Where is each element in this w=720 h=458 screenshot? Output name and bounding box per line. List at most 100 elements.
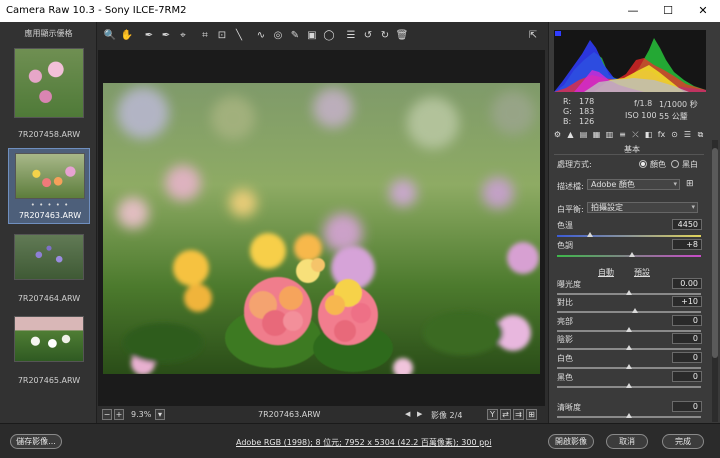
hand-tool-icon[interactable]: ✋ xyxy=(120,28,134,44)
tab-hsl-icon[interactable]: ▦ xyxy=(591,129,602,140)
tab-basic-icon[interactable]: ⚙ xyxy=(552,129,563,140)
tab-split-toning-icon[interactable]: ▥ xyxy=(604,129,615,140)
targeted-adjustment-tool-icon[interactable]: ⌖ xyxy=(176,28,190,44)
copy-settings-button[interactable]: ⇉ xyxy=(513,409,524,420)
scrollbar-thumb[interactable] xyxy=(712,148,718,358)
shadow-clipping-icon[interactable] xyxy=(555,31,561,36)
whites-slider[interactable] xyxy=(557,364,701,369)
thumbnail-2-selected[interactable]: • • • • • 7R207463.ARW xyxy=(8,148,90,224)
adjustment-brush-icon[interactable]: ✎ xyxy=(288,28,302,44)
tab-effects-icon[interactable]: ◧ xyxy=(643,129,654,140)
highlights-slider-knob[interactable] xyxy=(626,327,632,332)
blacks-slider[interactable] xyxy=(557,383,701,388)
thumbnail-4[interactable]: 7R207465.ARW xyxy=(8,312,90,388)
panel-scrollbar[interactable] xyxy=(712,140,718,422)
next-image-button[interactable]: ▶ xyxy=(417,410,422,418)
tint-field[interactable]: +8 xyxy=(672,239,702,250)
straighten-tool-icon[interactable]: ⊡ xyxy=(215,28,229,44)
workflow-options-link[interactable]: Adobe RGB (1998); 8 位元; 7952 x 5304 (42.… xyxy=(236,437,491,448)
shadows-slider[interactable] xyxy=(557,345,701,350)
camera-raw-app: 應用顯示優格 7R207458.ARW • • • • • 7R207463.A… xyxy=(0,22,720,458)
tab-fx-icon[interactable]: fx xyxy=(656,129,667,140)
exposure-slider[interactable] xyxy=(557,290,701,295)
exposure-slider-knob[interactable] xyxy=(626,290,632,295)
save-image-button[interactable]: 儲存影像... xyxy=(10,434,62,449)
whites-slider-knob[interactable] xyxy=(626,364,632,369)
process-bw-radio[interactable] xyxy=(671,160,679,168)
thumbnail-3[interactable]: 7R207464.ARW xyxy=(8,230,90,306)
close-button[interactable]: ✕ xyxy=(686,0,720,22)
exposure-field[interactable]: 0.00 xyxy=(672,278,702,289)
rating-dots[interactable]: • • • • • xyxy=(9,201,91,209)
tint-slider-knob[interactable] xyxy=(629,252,635,257)
previous-image-button[interactable]: ◀ xyxy=(405,410,410,418)
clarity-slider[interactable] xyxy=(557,413,701,418)
radial-filter-icon[interactable]: ◯ xyxy=(322,28,336,44)
tab-presets-icon[interactable]: ☰ xyxy=(682,129,693,140)
rotate-left-icon[interactable]: ↺ xyxy=(361,28,375,44)
temperature-label: 色溫 xyxy=(557,221,573,230)
white-balance-dropdown[interactable]: 拍攝設定 ▾ xyxy=(587,202,698,213)
process-color-radio[interactable] xyxy=(639,160,647,168)
before-after-view-button[interactable]: Y xyxy=(487,409,498,420)
zoom-in-button[interactable]: + xyxy=(114,409,124,420)
zoom-tool-icon[interactable]: 🔍 xyxy=(103,28,117,44)
white-balance-tool-icon[interactable]: ✒ xyxy=(142,28,156,44)
fullscreen-toggle-icon[interactable]: ⇱ xyxy=(526,28,540,44)
zoom-dropdown-icon[interactable]: ▾ xyxy=(155,409,165,420)
temperature-field[interactable]: 4450 xyxy=(672,219,702,230)
process-label: 處理方式: xyxy=(557,160,592,169)
shadows-slider-knob[interactable] xyxy=(626,345,632,350)
whites-field[interactable]: 0 xyxy=(672,352,702,363)
cancel-button[interactable]: 取消 xyxy=(606,434,648,449)
zoom-level: 9.3% xyxy=(131,410,152,419)
spot-removal-tool-icon[interactable]: ∿ xyxy=(254,28,268,44)
preferences-icon[interactable]: ☰ xyxy=(344,28,358,44)
highlights-slider[interactable] xyxy=(557,327,701,332)
tab-detail-icon[interactable]: ▤ xyxy=(578,129,589,140)
shadows-field[interactable]: 0 xyxy=(672,333,702,344)
tab-snapshots-icon[interactable]: ⧉ xyxy=(695,129,706,140)
thumbnail-name: 7R207464.ARW xyxy=(17,294,81,303)
thumbnail-1[interactable]: 7R207458.ARW xyxy=(8,44,90,144)
open-image-button[interactable]: 開啟影像 xyxy=(548,434,594,449)
minimize-button[interactable]: — xyxy=(616,0,650,22)
image-preview-area[interactable] xyxy=(98,50,545,406)
blacks-slider-knob[interactable] xyxy=(626,383,632,388)
clarity-field[interactable]: 0 xyxy=(672,401,702,412)
red-eye-tool-icon[interactable]: ◎ xyxy=(271,28,285,44)
flower-photo-image xyxy=(103,83,540,374)
profile-browser-icon[interactable]: ⊞ xyxy=(686,179,694,189)
swap-settings-button[interactable]: ⇄ xyxy=(500,409,511,420)
highlights-field[interactable]: 0 xyxy=(672,315,702,326)
tool-bar: 🔍 ✋ ✒ ✒ ⌖ ⌗ ⊡ ╲ ∿ ◎ ✎ ▣ ◯ ☰ ↺ ↻ 🗑 ⇱ xyxy=(98,28,545,46)
temperature-slider-knob[interactable] xyxy=(587,232,593,237)
zoom-out-button[interactable]: − xyxy=(102,409,112,420)
tab-calibration-icon[interactable]: ⊙ xyxy=(669,129,680,140)
crop-tool-icon[interactable]: ⌗ xyxy=(198,28,212,44)
title-bar: Camera Raw 10.3 - Sony ILCE-7RM2 — ☐ ✕ xyxy=(0,0,720,22)
tab-tone-curve-icon[interactable]: ▲ xyxy=(565,129,576,140)
toggle-settings-button[interactable]: ⊞ xyxy=(526,409,537,420)
blacks-field[interactable]: 0 xyxy=(672,371,702,382)
clarity-slider-knob[interactable] xyxy=(626,413,632,418)
profile-dropdown[interactable]: Adobe 顏色 ▾ xyxy=(587,179,680,190)
contrast-field[interactable]: +10 xyxy=(672,296,702,307)
transform-tool-icon[interactable]: ╲ xyxy=(232,28,246,44)
default-button[interactable]: 預設 xyxy=(634,267,650,278)
filmstrip-header[interactable]: 應用顯示優格 xyxy=(0,28,97,39)
rotate-right-icon[interactable]: ↻ xyxy=(378,28,392,44)
trash-icon[interactable]: 🗑 xyxy=(395,28,409,44)
auto-button[interactable]: 自動 xyxy=(598,267,614,278)
graduated-filter-icon[interactable]: ▣ xyxy=(305,28,319,44)
contrast-slider[interactable] xyxy=(557,308,701,313)
tab-lens-icon[interactable]: ≡ xyxy=(617,129,628,140)
temperature-slider[interactable] xyxy=(557,232,701,237)
tab-transform-icon[interactable]: ⤫ xyxy=(630,129,641,140)
thumbnail-image xyxy=(14,316,84,362)
maximize-button[interactable]: ☐ xyxy=(651,0,685,22)
contrast-slider-knob[interactable] xyxy=(632,308,638,313)
tint-slider[interactable] xyxy=(557,252,701,257)
done-button[interactable]: 完成 xyxy=(662,434,704,449)
color-sampler-tool-icon[interactable]: ✒ xyxy=(159,28,173,44)
